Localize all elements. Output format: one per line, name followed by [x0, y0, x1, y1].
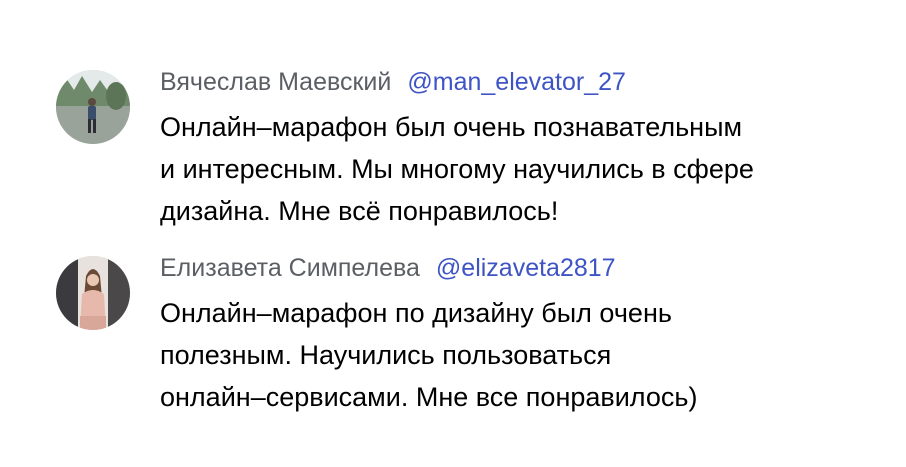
avatar-photo — [56, 256, 130, 330]
comment-header: Елизавета Симпелева @elizaveta2817 — [160, 248, 880, 288]
comment-text-line: дизайна. Мне всё понравилось! — [160, 196, 559, 226]
author-name: Елизавета Симпелева — [160, 253, 420, 282]
comment-text-line: онлайн–сервисами. Мне все понравилось) — [160, 382, 698, 412]
comment-text-line: Онлайн–марафон был очень познавательным — [160, 112, 743, 142]
comment-text: Онлайн–марафон был очень познавательным … — [160, 106, 860, 232]
comment-body: Елизавета Симпелева @elizaveta2817 Онлай… — [160, 248, 880, 418]
avatar[interactable] — [56, 256, 130, 330]
author-handle-link[interactable]: @elizaveta2817 — [436, 254, 616, 283]
author-name: Вячеслав Маевский — [160, 67, 392, 96]
avatar[interactable] — [56, 70, 130, 144]
comment-text-line: полезным. Научились пользоваться — [160, 340, 612, 370]
comment-text-line: Онлайн–марафон по дизайну был очень — [160, 298, 672, 328]
avatar-photo — [56, 70, 130, 144]
comment-body: Вячеслав Маевский @man_elevator_27 Онлай… — [160, 62, 880, 232]
author-handle-link[interactable]: @man_elevator_27 — [407, 68, 626, 97]
comment-text-line: и интересным. Мы многому научились в сфе… — [160, 154, 754, 184]
comments-list: Вячеслав Маевский @man_elevator_27 Онлай… — [0, 0, 906, 467]
comment-text: Онлайн–марафон по дизайну был очень поле… — [160, 292, 860, 418]
comment-header: Вячеслав Маевский @man_elevator_27 — [160, 62, 880, 102]
